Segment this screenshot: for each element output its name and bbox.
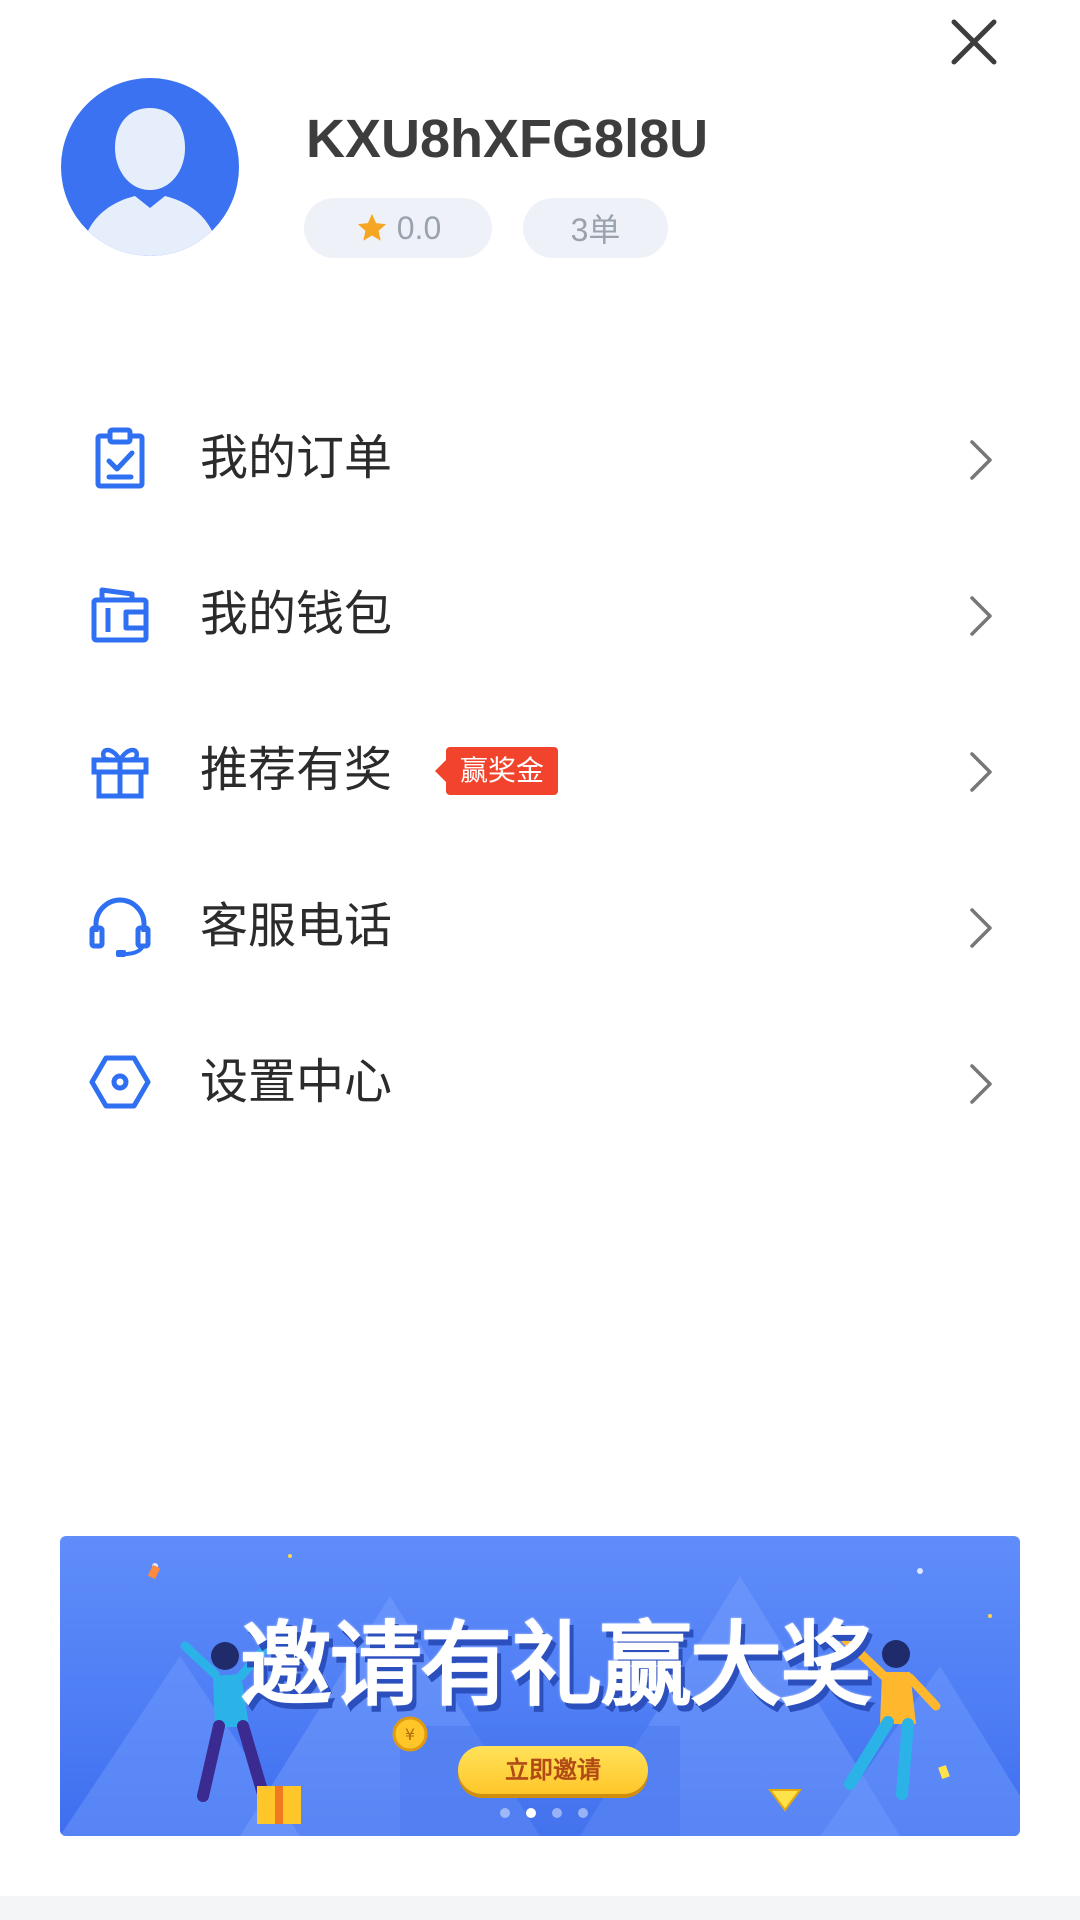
- carousel-dot[interactable]: [500, 1808, 510, 1818]
- chevron-right-icon: [970, 1064, 992, 1104]
- settings-hexagon-icon: [89, 1055, 151, 1109]
- menu-item-settings[interactable]: 设置中心: [0, 1022, 1080, 1142]
- user-silhouette-icon: [81, 108, 219, 256]
- close-button[interactable]: [944, 12, 1004, 72]
- menu-label-referral-reward: 推荐有奖: [200, 742, 393, 798]
- menu-label-my-orders: 我的订单: [200, 430, 393, 486]
- chevron-right-icon: [970, 440, 992, 480]
- rating-badge: 0.0: [304, 198, 492, 258]
- bottom-divider: [0, 1896, 1080, 1920]
- menu-item-customer-service[interactable]: 客服电话: [0, 866, 1080, 986]
- banner-title: 邀请有礼赢大奖: [240, 1612, 872, 1719]
- chevron-right-icon: [970, 596, 992, 636]
- avatar[interactable]: [61, 78, 239, 256]
- diamond-icon: [768, 1789, 802, 1812]
- star-icon: [355, 211, 389, 245]
- invite-promo-banner[interactable]: ¥ 邀请有礼赢大奖 立即邀请: [60, 1536, 1020, 1836]
- menu-label-my-wallet: 我的钱包: [200, 586, 393, 642]
- invite-now-button[interactable]: 立即邀请: [458, 1746, 648, 1794]
- svg-text:¥: ¥: [405, 1725, 415, 1744]
- chevron-right-icon: [970, 752, 992, 792]
- username: KXU8hXFG8l8U: [306, 109, 709, 169]
- carousel-indicator: [500, 1808, 588, 1818]
- menu-label-customer-service: 客服电话: [200, 898, 393, 954]
- close-icon: [951, 19, 997, 65]
- menu-label-settings: 设置中心: [200, 1054, 393, 1110]
- coin-icon: ¥: [392, 1716, 428, 1752]
- reward-badge: 赢奖金: [434, 747, 559, 795]
- order-count-badge: 3单: [523, 198, 668, 258]
- carousel-dot-active[interactable]: [526, 1808, 536, 1818]
- wallet-icon: [91, 587, 149, 643]
- carousel-dot[interactable]: [552, 1808, 562, 1818]
- chevron-right-icon: [970, 908, 992, 948]
- rating-value: 0.0: [396, 209, 442, 246]
- menu-item-my-orders[interactable]: 我的订单: [0, 398, 1080, 518]
- menu-item-my-wallet[interactable]: 我的钱包: [0, 554, 1080, 674]
- carousel-dot[interactable]: [578, 1808, 588, 1818]
- menu-item-referral-reward[interactable]: 推荐有奖 赢奖金: [0, 710, 1080, 830]
- headset-icon: [89, 897, 151, 957]
- gift-icon: [91, 747, 149, 799]
- order-clipboard-icon: [95, 427, 145, 489]
